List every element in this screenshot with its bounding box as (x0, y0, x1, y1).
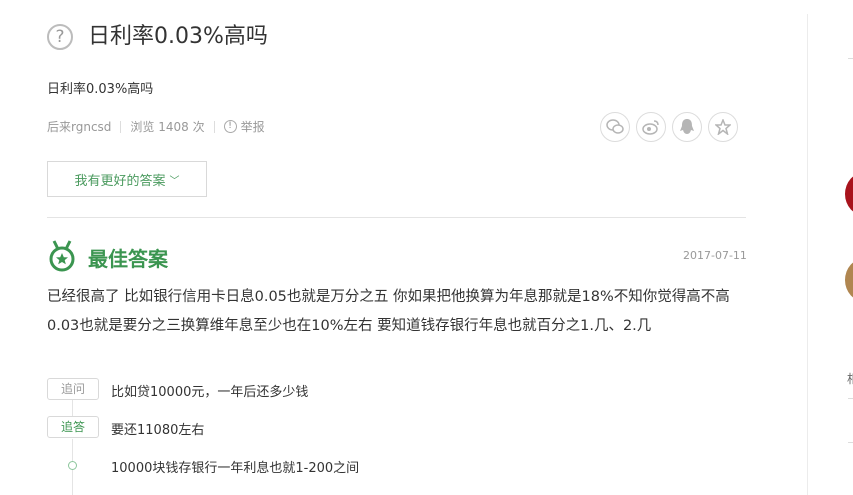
followup-answer-tag: 追答 (47, 416, 99, 438)
sidebar-divider (807, 14, 808, 495)
view-count: 浏览 1408 次 (130, 120, 205, 134)
wechat-icon[interactable] (600, 112, 630, 142)
sidebar-edge-line (848, 442, 853, 443)
meta-divider (213, 120, 215, 133)
favorite-star-icon[interactable] (708, 112, 738, 142)
avatar[interactable] (845, 258, 853, 302)
section-divider (47, 217, 746, 218)
followup-question-text: 比如贷10000元，一年后还多少钱 (111, 385, 309, 400)
timeline-line (72, 399, 73, 417)
answer-body: 已经很高了 比如银行信用卡日息0.05也就是万分之五 你如果把他换算为年息那就是… (47, 289, 730, 334)
question-mark-icon: ? (47, 24, 73, 50)
better-answer-label: 我有更好的答案 (74, 173, 166, 189)
answer-date: 2017-07-11 (683, 249, 747, 262)
question-meta: 后来rgncsd 浏览 1408 次 ! 举报 (47, 118, 265, 135)
followup-reply-text: 10000块钱存银行一年利息也就1-200之间 (111, 461, 360, 476)
medal-icon (47, 240, 77, 276)
sidebar-heading: 相 (847, 370, 853, 387)
meta-divider (120, 120, 122, 133)
avatar[interactable] (845, 172, 853, 216)
best-answer-heading: 最佳答案 (88, 247, 168, 271)
weibo-icon[interactable] (636, 112, 666, 142)
question-description: 日利率0.03%高吗 (47, 82, 154, 97)
author-link[interactable]: 后来rgncsd (47, 118, 111, 135)
sidebar-edge-line (848, 398, 853, 399)
followup-answer-text: 要还11080左右 (111, 423, 205, 438)
report-icon: ! (223, 120, 237, 133)
timeline-dot (68, 461, 77, 470)
question-title: 日利率0.03%高吗 (88, 24, 268, 49)
report-link[interactable]: ! 举报 (223, 118, 265, 135)
qq-icon[interactable] (672, 112, 702, 142)
sidebar-edge-line (848, 58, 853, 59)
report-label: 举报 (240, 120, 265, 134)
better-answer-button[interactable]: 我有更好的答案 ﹀ (47, 161, 207, 197)
followup-question-tag: 追问 (47, 378, 99, 400)
chevron-down-icon: ﹀ (169, 175, 180, 187)
